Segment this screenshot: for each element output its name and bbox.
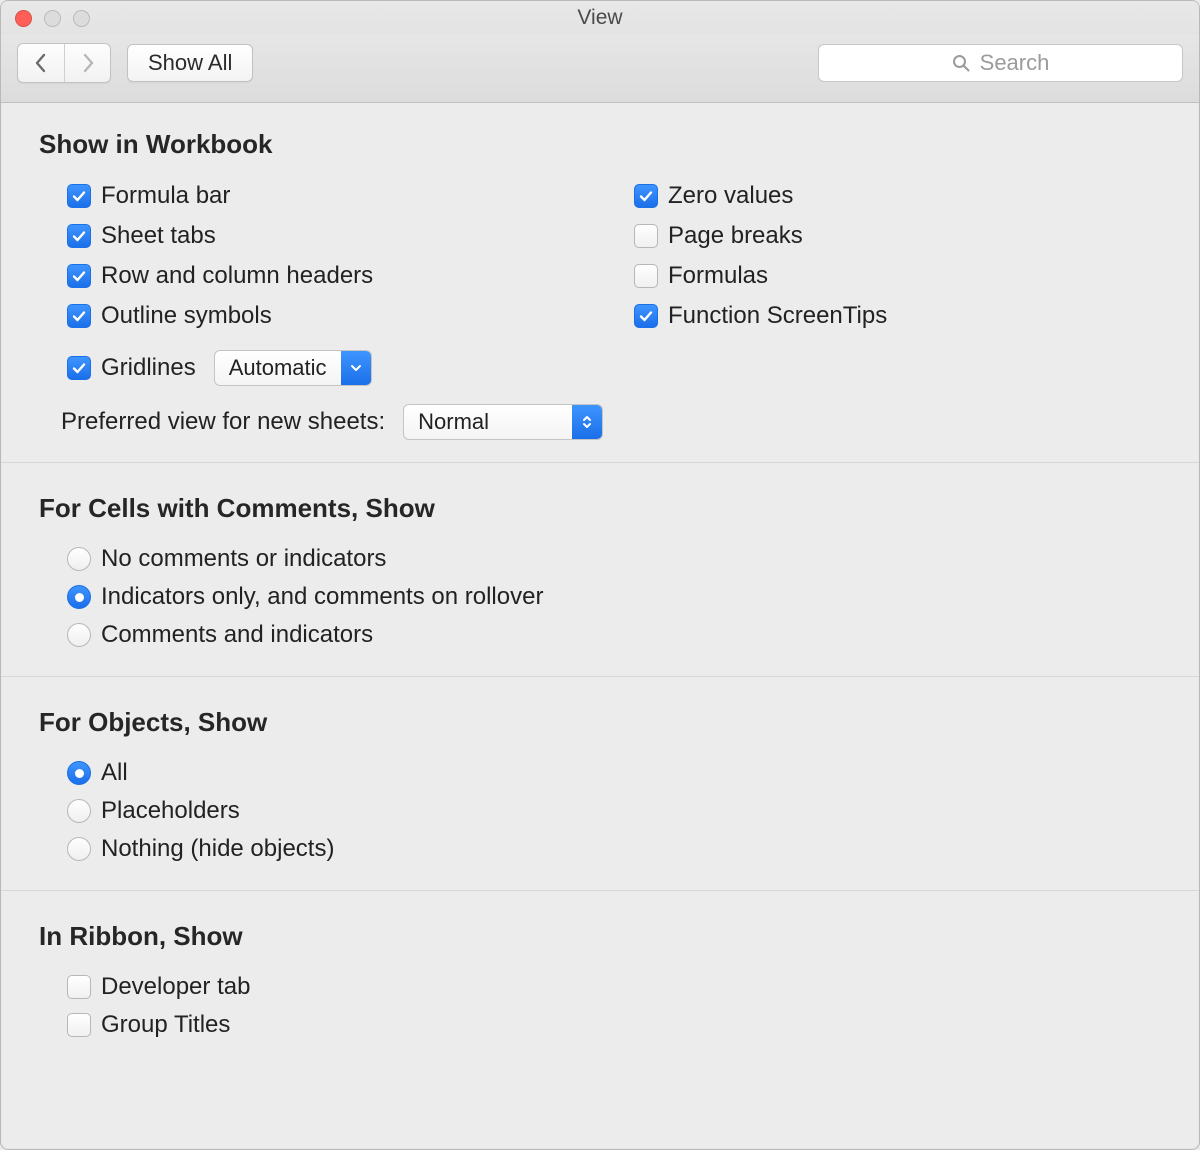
label-formula-bar: Formula bar (101, 182, 230, 210)
section-heading: Show in Workbook (39, 129, 1161, 160)
check-icon (71, 228, 87, 244)
checkbox-developer-tab[interactable] (67, 975, 91, 999)
check-icon (638, 308, 654, 324)
preferred-view-select[interactable]: Normal (403, 404, 603, 440)
checkbox-page-breaks[interactable] (634, 224, 658, 248)
toolbar: Show All Search (1, 35, 1199, 103)
check-icon (638, 188, 654, 204)
section-comments: For Cells with Comments, Show No comment… (1, 462, 1199, 676)
section-show-in-workbook: Show in Workbook Formula bar Sheet tabs … (1, 103, 1199, 462)
nav-segment (17, 43, 111, 83)
radio-comments-and-indicators[interactable] (67, 623, 91, 647)
label-function-screentips: Function ScreenTips (668, 302, 887, 330)
radio-objects-all[interactable] (67, 761, 91, 785)
label-no-comments: No comments or indicators (101, 545, 386, 573)
chevron-right-icon (81, 53, 95, 73)
label-indicators-only: Indicators only, and comments on rollove… (101, 583, 543, 611)
label-sheet-tabs: Sheet tabs (101, 222, 216, 250)
section-ribbon: In Ribbon, Show Developer tab Group Titl… (1, 890, 1199, 1066)
label-developer-tab: Developer tab (101, 973, 250, 1001)
check-icon (71, 188, 87, 204)
gridlines-color-value: Automatic (215, 355, 341, 381)
label-objects-all: All (101, 759, 128, 787)
chevron-down-icon (341, 351, 371, 385)
titlebar: View (1, 1, 1199, 35)
label-formulas: Formulas (668, 262, 768, 290)
show-all-button[interactable]: Show All (127, 44, 253, 82)
search-icon (952, 54, 970, 72)
label-zero-values: Zero values (668, 182, 793, 210)
window-title: View (1, 6, 1199, 30)
stepper-icon (572, 405, 602, 439)
radio-indicators-only[interactable] (67, 585, 91, 609)
check-icon (71, 360, 87, 376)
section-heading: In Ribbon, Show (39, 921, 1161, 952)
checkbox-row-col-headers[interactable] (67, 264, 91, 288)
label-objects-nothing: Nothing (hide objects) (101, 835, 334, 863)
label-objects-placeholders: Placeholders (101, 797, 240, 825)
label-outline-symbols: Outline symbols (101, 302, 272, 330)
checkbox-gridlines[interactable] (67, 356, 91, 380)
label-group-titles: Group Titles (101, 1011, 230, 1039)
chevron-left-icon (34, 53, 48, 73)
label-gridlines: Gridlines (101, 354, 196, 382)
label-preferred-view: Preferred view for new sheets: (61, 408, 385, 436)
section-heading: For Cells with Comments, Show (39, 493, 1161, 524)
search-placeholder: Search (980, 50, 1050, 76)
check-icon (71, 308, 87, 324)
section-heading: For Objects, Show (39, 707, 1161, 738)
label-page-breaks: Page breaks (668, 222, 803, 250)
preferred-view-value: Normal (404, 409, 572, 435)
section-objects: For Objects, Show All Placeholders Nothi… (1, 676, 1199, 890)
checkbox-zero-values[interactable] (634, 184, 658, 208)
checkbox-function-screentips[interactable] (634, 304, 658, 328)
checkbox-outline-symbols[interactable] (67, 304, 91, 328)
checkbox-formulas[interactable] (634, 264, 658, 288)
radio-no-comments[interactable] (67, 547, 91, 571)
content: Show in Workbook Formula bar Sheet tabs … (1, 103, 1199, 1149)
label-row-col-headers: Row and column headers (101, 262, 373, 290)
search-field[interactable]: Search (818, 44, 1183, 82)
forward-button[interactable] (64, 44, 110, 82)
radio-objects-nothing[interactable] (67, 837, 91, 861)
preferences-window: View Show All Search Show in Workbook (0, 0, 1200, 1150)
back-button[interactable] (18, 44, 64, 82)
checkbox-sheet-tabs[interactable] (67, 224, 91, 248)
checkbox-formula-bar[interactable] (67, 184, 91, 208)
label-comments-and-indicators: Comments and indicators (101, 621, 373, 649)
gridlines-color-select[interactable]: Automatic (214, 350, 372, 386)
check-icon (71, 268, 87, 284)
radio-objects-placeholders[interactable] (67, 799, 91, 823)
checkbox-group-titles[interactable] (67, 1013, 91, 1037)
